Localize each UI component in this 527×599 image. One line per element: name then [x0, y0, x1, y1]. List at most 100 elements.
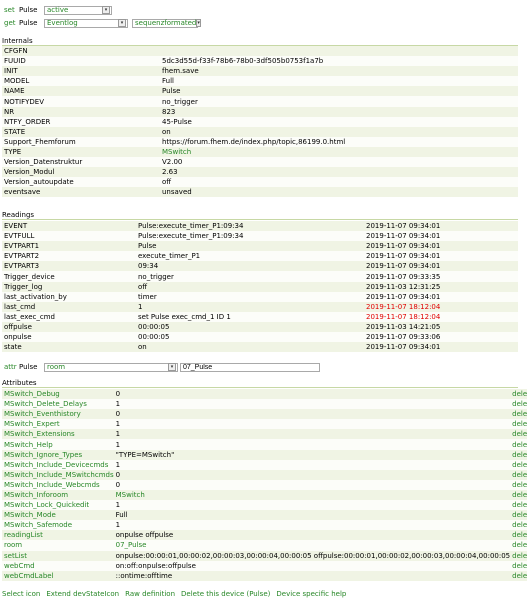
set-value-select[interactable]: active ▾ [44, 5, 112, 15]
attribute-name[interactable]: MSwitch_Ignore_Types [2, 449, 114, 460]
chevron-down-icon: ▾ [196, 19, 201, 27]
attribute-name[interactable]: MSwitch_Include_Devicecmds [2, 459, 114, 470]
reading-time: 2019-11-03 14:21:05 [364, 321, 518, 333]
attr-link[interactable]: attr [4, 363, 19, 371]
delete-attr-link[interactable]: deleteattr [510, 479, 527, 490]
attributes-table: MSwitch_Debug0deleteattrMSwitch_Delete_D… [2, 389, 527, 581]
attribute-name[interactable]: MSwitch_Eventhistory [2, 409, 114, 420]
attribute-name[interactable]: MSwitch_Delete_Delays [2, 399, 114, 410]
internal-name: NR [2, 106, 160, 117]
set-link[interactable]: set [4, 6, 19, 14]
attr-name-select[interactable]: room ▾ [44, 362, 178, 372]
attribute-name[interactable]: MSwitch_Expert [2, 419, 114, 430]
delete-attr-link[interactable]: deleteattr [510, 550, 527, 561]
internal-name: NTFY_ORDER [2, 116, 160, 127]
internal-value: Pulse [160, 86, 518, 97]
footer-link[interactable]: Delete this device (Pulse) [181, 590, 270, 598]
delete-attr-link[interactable]: deleteattr [510, 570, 527, 581]
reading-row: EVTPART1 Pulse 2019-11-07 09:34:01 [2, 241, 518, 252]
attr-name-label: room [47, 363, 66, 371]
get-value-select[interactable]: Eventlog ▾ [44, 18, 128, 28]
attribute-name[interactable]: readingList [2, 530, 114, 541]
delete-attr-link[interactable]: deleteattr [510, 560, 527, 571]
delete-attr-link[interactable]: deleteattr [510, 489, 527, 501]
attribute-name[interactable]: MSwitch_Debug [2, 389, 114, 400]
reading-time: 2019-11-07 18:12:04 [364, 301, 518, 312]
internal-row: FUUID 5dc3d55d-f33f-78b6-78b0-3df505b0753… [2, 56, 518, 67]
attribute-value: ::ontime:offtime [113, 570, 511, 581]
footer-link[interactable]: Select icon [2, 590, 40, 598]
reading-value: Pulse [136, 241, 364, 252]
delete-attr-link[interactable]: deleteattr [510, 510, 527, 521]
attribute-name[interactable]: setList [2, 550, 114, 561]
attribute-value: on:off:onpulse:offpulse [113, 560, 511, 571]
footer-link[interactable]: Extend devStateIcon [46, 590, 119, 598]
attribute-name[interactable]: room [2, 540, 114, 551]
reading-row: EVENT Pulse:execute_timer_P1:09:34 2019-11… [2, 221, 518, 232]
attribute-name[interactable]: MSwitch_Safemode [2, 520, 114, 531]
reading-name: EVTPART1 [2, 241, 136, 252]
internal-row: NTFY_ORDER 45-Pulse [2, 116, 518, 127]
internal-value: off [160, 177, 518, 188]
attribute-name[interactable]: MSwitch_Inforoom [2, 489, 114, 501]
attribute-value[interactable]: 07_Pulse [113, 540, 511, 551]
delete-attr-link[interactable]: deleteattr [510, 419, 527, 430]
internal-value: 823 [160, 106, 518, 117]
attribute-row: MSwitch_Debug0deleteattr [2, 389, 527, 400]
delete-attr-link[interactable]: deleteattr [510, 399, 527, 410]
readings-title: Readings [2, 211, 518, 220]
footer-link[interactable]: Device specific help [276, 590, 346, 598]
reading-value: timer [136, 291, 364, 302]
attribute-name[interactable]: MSwitch_Include_MSwitchcmds [2, 469, 114, 480]
chevron-down-icon: ▾ [118, 19, 126, 27]
attribute-name[interactable]: MSwitch_Mode [2, 510, 114, 521]
reading-value: no_trigger [136, 271, 364, 282]
attribute-name[interactable]: MSwitch_Help [2, 439, 114, 450]
delete-attr-link[interactable]: deleteattr [510, 389, 527, 400]
attribute-row: MSwitch_Include_MSwitchcmds0deleteattr [2, 469, 527, 480]
internal-value: 45-Pulse [160, 116, 518, 127]
attribute-row: MSwitch_Safemode1deleteattr [2, 520, 527, 531]
attribute-name[interactable]: webCmdLabel [2, 570, 114, 581]
footer-links: Select icon Extend devStateIcon Raw defini… [2, 590, 346, 598]
attribute-value: 1 [113, 500, 511, 511]
get-device-name: Pulse [19, 19, 38, 27]
attribute-value: 1 [113, 439, 511, 450]
delete-attr-link[interactable]: deleteattr [510, 439, 527, 450]
attribute-name[interactable]: MSwitch_Extensions [2, 429, 114, 440]
delete-attr-link[interactable]: deleteattr [510, 500, 527, 511]
attribute-name[interactable]: MSwitch_Lock_Quickedit [2, 500, 114, 511]
attribute-name[interactable]: webCmd [2, 560, 114, 571]
attr-value-input[interactable] [180, 362, 320, 372]
reading-value: 09:34 [136, 261, 364, 272]
internal-value: https://forum.fhem.de/index.php/topic,86… [160, 136, 518, 147]
delete-attr-link[interactable]: deleteattr [510, 540, 527, 551]
attribute-row: MSwitch_Help1deleteattr [2, 439, 527, 450]
internal-name: FUUID [2, 56, 160, 67]
delete-attr-link[interactable]: deleteattr [510, 449, 527, 460]
delete-attr-link[interactable]: deleteattr [510, 429, 527, 440]
reading-row: last_exec_cmd set Pulse exec_cmd_1 ID 1 20… [2, 311, 518, 322]
internal-value: Full [160, 76, 518, 87]
delete-attr-link[interactable]: deleteattr [510, 469, 527, 480]
attribute-row: MSwitch_Lock_Quickedit1deleteattr [2, 500, 527, 511]
internals-title: Internals [2, 37, 518, 46]
internal-value[interactable]: MSwitch [160, 146, 518, 158]
delete-attr-link[interactable]: deleteattr [510, 520, 527, 531]
reading-row: Trigger_device no_trigger 2019-11-07 09:33… [2, 271, 518, 282]
get-link[interactable]: get [4, 19, 19, 27]
reading-time: 2019-11-03 12:31:25 [364, 281, 518, 292]
internal-value: 5dc3d55d-f33f-78b6-78b0-3df505b0753f1a7b [160, 56, 518, 67]
chevron-down-icon: ▾ [102, 6, 110, 14]
set-command-row: set Pulse active ▾ [4, 4, 116, 16]
delete-attr-link[interactable]: deleteattr [510, 459, 527, 470]
footer-link[interactable]: Raw definition [125, 590, 175, 598]
internal-value: V2.00 [160, 157, 518, 168]
reading-row: EVTPART3 09:34 2019-11-07 09:34:01 [2, 261, 518, 272]
attribute-name[interactable]: MSwitch_Include_Webcmds [2, 479, 114, 490]
delete-attr-link[interactable]: deleteattr [510, 530, 527, 541]
get-format-select[interactable]: sequenzformated ▾ [132, 18, 201, 28]
attribute-value[interactable]: MSwitch [113, 489, 511, 501]
delete-attr-link[interactable]: deleteattr [510, 409, 527, 420]
reading-time: 2019-11-07 09:34:01 [364, 251, 518, 262]
